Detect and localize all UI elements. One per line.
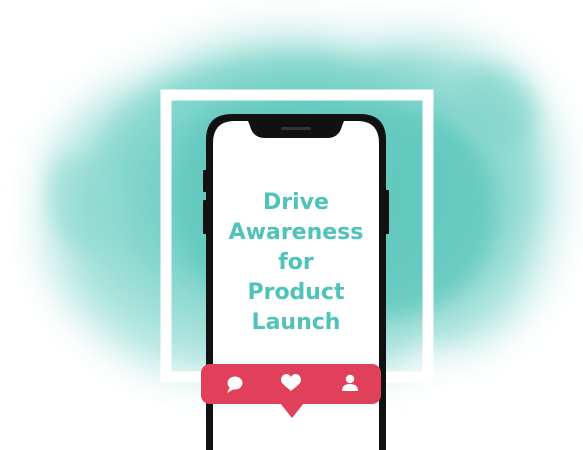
headline: Drive Awareness for Product Launch (216, 188, 376, 338)
headline-line-4: Product (247, 280, 345, 305)
headline-line-3: for (278, 250, 314, 275)
headline-line-1: Drive (263, 190, 329, 215)
speaker (281, 127, 311, 130)
headline-line-2: Awareness (228, 220, 364, 245)
headline-line-5: Launch (251, 310, 341, 335)
